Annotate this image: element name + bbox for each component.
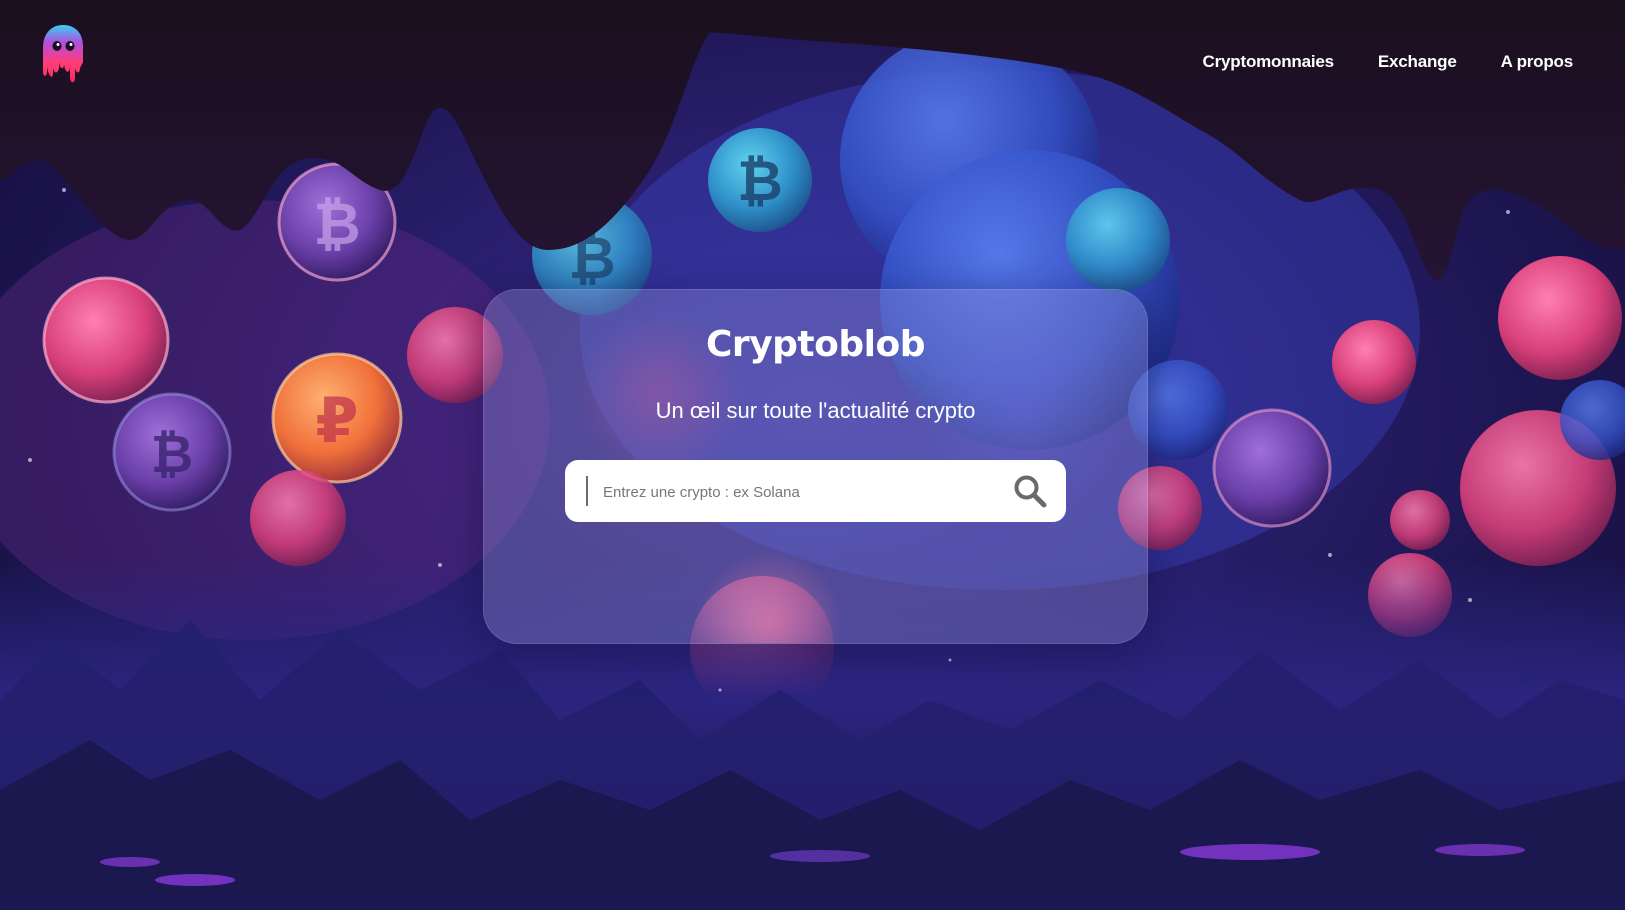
bitcoin-symbol: ₿ [737,149,783,214]
search-input[interactable] [601,460,1005,524]
coin [1332,320,1416,404]
bitcoin-symbol: ₽ [315,384,358,457]
nav-item-exchange[interactable]: Exchange [1378,52,1457,72]
purple-pool [1180,844,1320,860]
coin [250,470,346,566]
search-icon[interactable] [1012,473,1048,509]
main-nav: Cryptomonnaies Exchange A propos [1203,52,1574,72]
nav-item-a-propos[interactable]: A propos [1501,52,1574,72]
top-navigation-bar: Cryptomonnaies Exchange A propos [0,0,1625,130]
purple-pool [100,857,160,867]
nav-item-cryptomonnaies[interactable]: Cryptomonnaies [1203,52,1335,72]
blob-logo-icon[interactable] [40,22,86,84]
purple-pool [1435,844,1525,856]
site-title: Cryptoblob [706,324,925,365]
coin [1498,256,1622,380]
coin [1390,490,1450,550]
site-tagline: Un œil sur toute l'actualité crypto [655,398,976,423]
landing-page: ₿ ₿ ₿ ₿ ₽ Cryptomonnaies Exchange A prop… [0,0,1625,910]
search-bar [565,460,1066,524]
text-cursor [586,476,588,506]
purple-pool [770,850,870,862]
hero-card: Cryptoblob Un œil sur toute l'actualité … [483,289,1148,644]
bitcoin-symbol: ₿ [313,190,360,258]
card-glow [694,550,844,643]
purple-pool [155,874,235,886]
bitcoin-symbol: ₿ [151,425,193,485]
coin [1066,188,1170,292]
